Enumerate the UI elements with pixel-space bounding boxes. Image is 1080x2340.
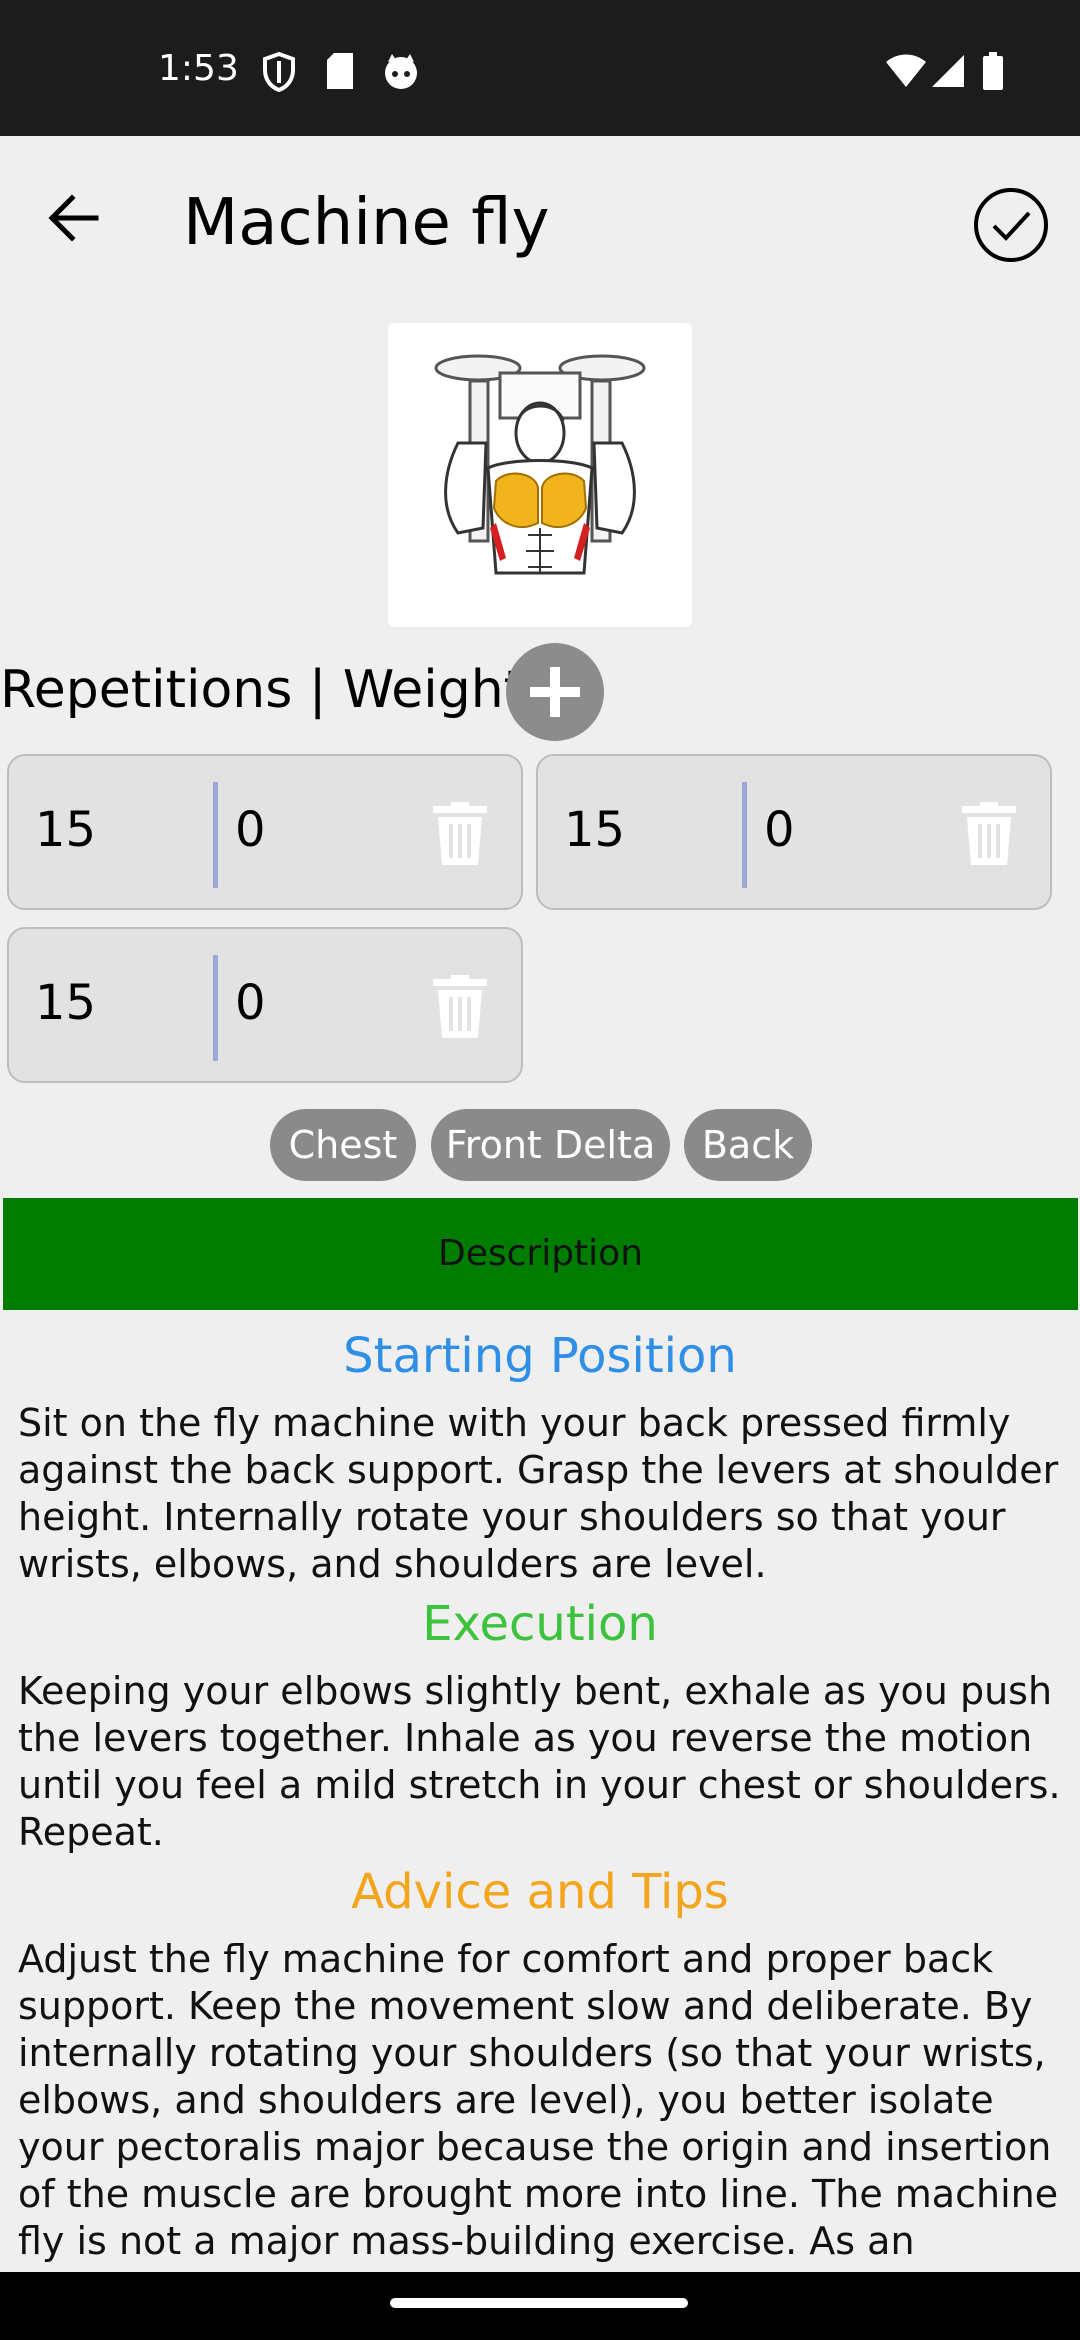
muscle-tag-back[interactable]: Back [684, 1109, 812, 1181]
machine-fly-illustration [434, 354, 646, 575]
trash-icon[interactable] [960, 802, 1018, 866]
set-card[interactable]: 15 0 [7, 927, 523, 1083]
section-text-execution: Keeping your elbows slightly bent, exhal… [18, 1669, 1061, 1854]
trash-icon[interactable] [431, 802, 489, 866]
set-card[interactable]: 15 0 [7, 754, 523, 910]
add-set-button[interactable] [506, 643, 604, 741]
weight-field[interactable]: 0 [235, 802, 266, 858]
sets-header-label: Repetitions | Weight [0, 660, 525, 720]
description-button[interactable]: Description [3, 1198, 1078, 1310]
system-navigation-bar [0, 2272, 1080, 2340]
set-card[interactable]: 15 0 [536, 754, 1052, 910]
muscle-tag-front-delta[interactable]: Front Delta [431, 1109, 670, 1181]
muscle-tag-chest[interactable]: Chest [270, 1109, 416, 1181]
section-text-starting-position: Sit on the fly machine with your back pr… [18, 1401, 1059, 1586]
check-circle-icon[interactable] [972, 186, 1050, 264]
weight-field[interactable]: 0 [764, 802, 795, 858]
shield-icon [263, 52, 295, 92]
wifi-icon [886, 54, 926, 87]
page-title: Machine fly [183, 186, 550, 260]
reps-field[interactable]: 15 [35, 975, 96, 1031]
field-separator [742, 782, 747, 888]
reps-field[interactable]: 15 [564, 802, 625, 858]
status-bar: 1:53 [0, 0, 1080, 136]
plus-icon [530, 667, 580, 717]
status-time: 1:53 [158, 48, 239, 89]
reps-field[interactable]: 15 [35, 802, 96, 858]
toolbar: Machine fly [0, 136, 1080, 312]
field-separator [213, 782, 218, 888]
section-title-advice-tips: Advice and Tips [351, 1864, 729, 1920]
battery-icon [983, 52, 1003, 90]
section-title-starting-position: Starting Position [343, 1328, 737, 1384]
section-text-advice-tips: Adjust the fly machine for comfort and p… [18, 1937, 1059, 2270]
weight-field[interactable]: 0 [235, 975, 266, 1031]
sd-card-icon [327, 53, 353, 89]
arrow-back-icon[interactable] [38, 182, 110, 254]
trash-icon[interactable] [431, 975, 489, 1039]
signal-icon [932, 55, 964, 87]
exercise-image [388, 323, 692, 627]
face-icon [385, 54, 417, 89]
home-gesture-handle[interactable] [390, 2298, 688, 2308]
section-title-execution: Execution [422, 1596, 658, 1652]
field-separator [213, 955, 218, 1061]
